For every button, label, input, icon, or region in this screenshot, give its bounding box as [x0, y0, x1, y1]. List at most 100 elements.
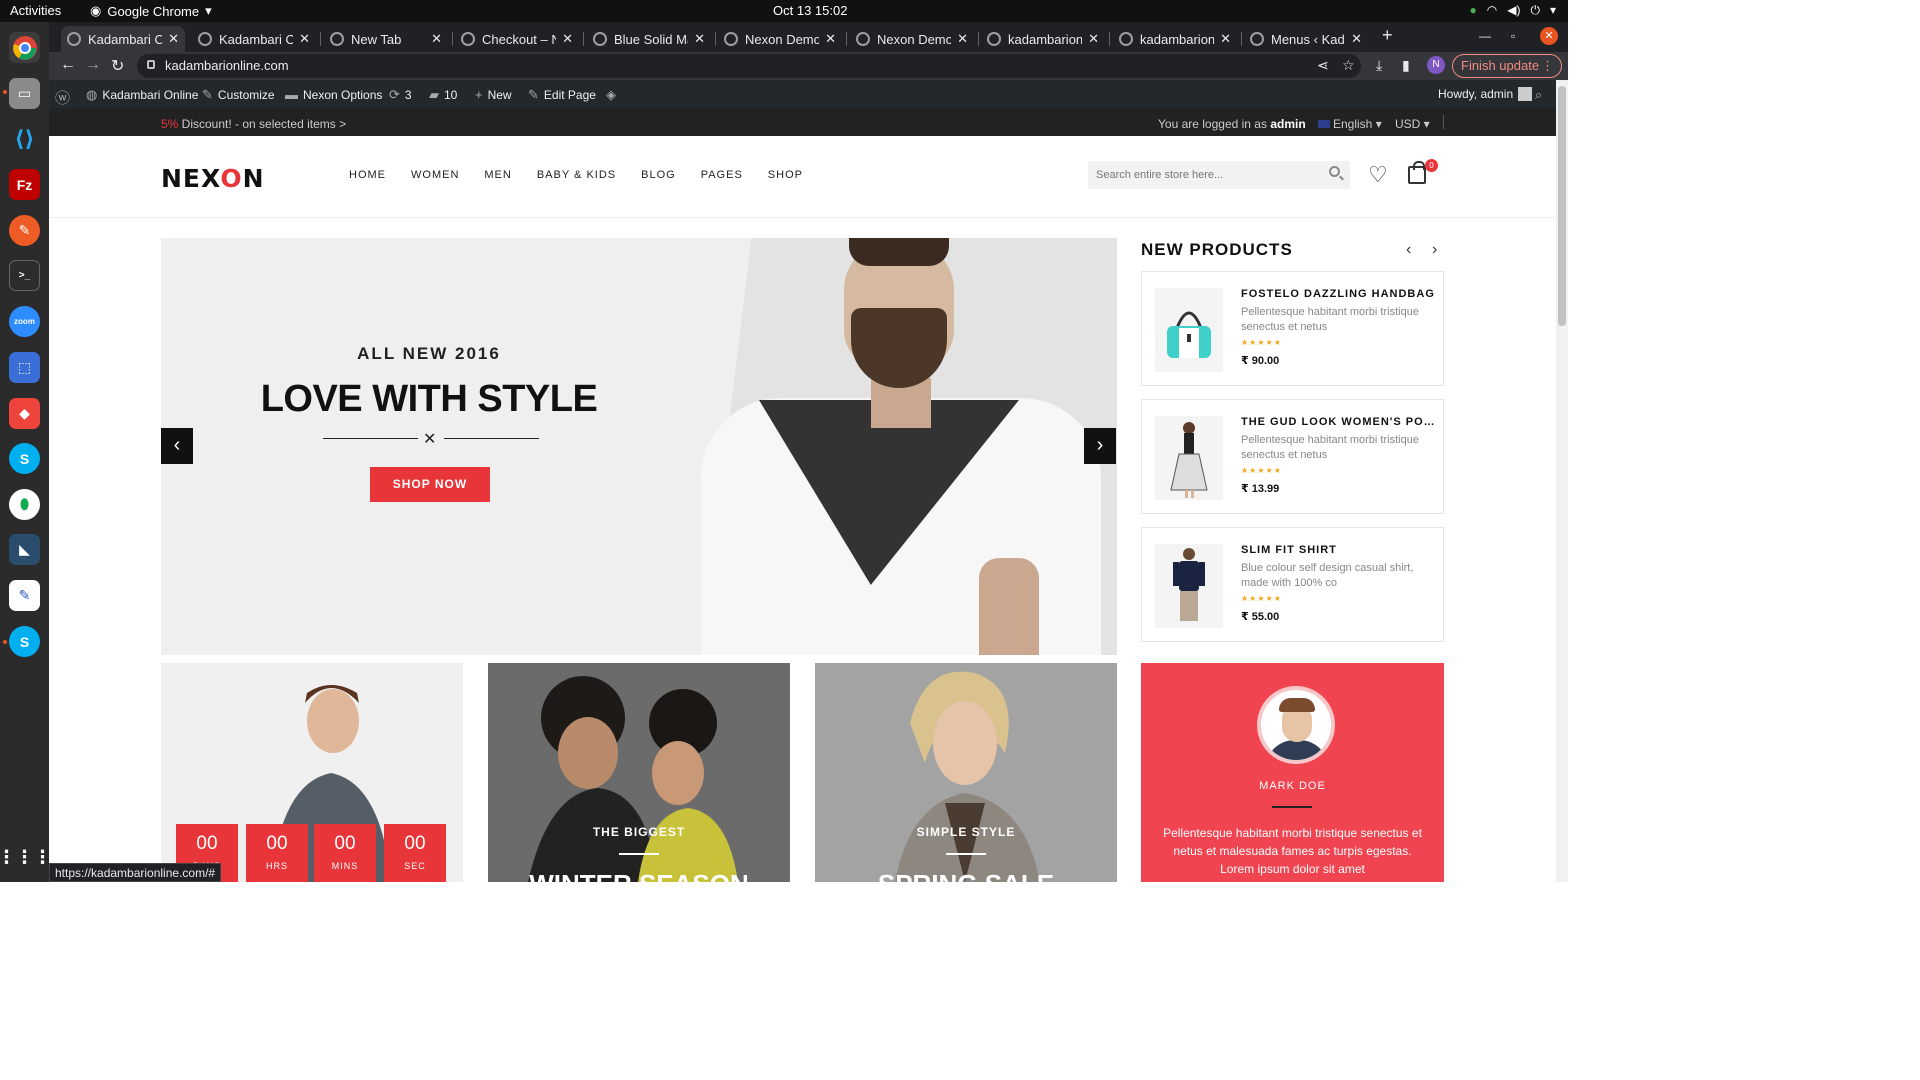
deal-countdown-banner[interactable]: 00DAYS 00HRS 00MINS 00SEC	[161, 663, 463, 882]
close-icon[interactable]: ✕	[694, 31, 705, 47]
diamond-icon[interactable]: ◈	[606, 87, 616, 103]
skype-icon[interactable]: S	[9, 626, 40, 657]
close-icon[interactable]: ✕	[431, 31, 442, 47]
tab[interactable]: kadambarionl ✕	[1113, 26, 1237, 52]
tab[interactable]: Menus ‹ Kada ✕	[1244, 26, 1368, 52]
mongodb-icon[interactable]: ⬮	[9, 489, 40, 520]
language-selector[interactable]: English ▾	[1318, 117, 1382, 131]
product-card[interactable]: SLIM FIT SHIRT Blue colour self design c…	[1141, 527, 1444, 642]
product-image[interactable]	[1155, 288, 1223, 372]
wp-site-link[interactable]: ◍ Kadambari Online	[86, 87, 198, 103]
shop-now-button[interactable]: SHOP NOW	[370, 467, 490, 502]
os-top-bar: Activities ◉ Google Chrome ▾ Oct 13 15:02 …	[0, 0, 1568, 22]
search-icon[interactable]: ⌕	[1535, 87, 1542, 103]
slider-prev-arrow-icon[interactable]: ‹	[161, 428, 193, 464]
product-card[interactable]: FOSTELO DAZZLING HANDBAG Pellentesque ha…	[1141, 271, 1444, 386]
chrome-icon[interactable]	[9, 32, 40, 63]
prev-arrow-icon[interactable]: ‹	[1406, 241, 1411, 259]
slider-next-arrow-icon[interactable]: ›	[1084, 428, 1116, 464]
tab[interactable]: Nexon Demo – ✕	[850, 26, 974, 52]
back-icon[interactable]: ←	[60, 56, 76, 74]
tab[interactable]: Kadambari On ✕	[61, 26, 185, 52]
bookmark-star-icon[interactable]: ☆	[1342, 57, 1355, 74]
minimize-button[interactable]: —	[1479, 29, 1491, 43]
download-icon[interactable]: ⤓	[1376, 57, 1382, 74]
close-icon[interactable]: ✕	[299, 31, 310, 47]
app-menu[interactable]: ◉ Google Chrome ▾	[90, 3, 212, 19]
product-card[interactable]: THE GUD LOOK WOMEN'S POLYESTER DRESS Pel…	[1141, 399, 1444, 514]
product-description: Pellentesque habitant morbi tristique se…	[1241, 306, 1419, 333]
wp-updates-link[interactable]: ⟳ 3	[389, 87, 412, 103]
wishlist-heart-icon[interactable]: ♡	[1368, 162, 1388, 188]
close-icon[interactable]: ✕	[825, 31, 836, 47]
next-arrow-icon[interactable]: ›	[1432, 241, 1437, 259]
product-name[interactable]: SLIM FIT SHIRT	[1241, 544, 1436, 556]
close-icon[interactable]: ✕	[562, 31, 573, 47]
forward-icon[interactable]: →	[85, 56, 101, 74]
clock[interactable]: Oct 13 15:02	[773, 3, 847, 18]
restore-button[interactable]: ▫	[1511, 29, 1515, 43]
reload-icon[interactable]: ↻	[111, 56, 124, 76]
finish-update-button[interactable]: Finish update ⋮	[1452, 54, 1563, 78]
share-icon[interactable]: ⋖	[1317, 57, 1329, 74]
wp-customize-link[interactable]: ✎ Customize	[202, 87, 275, 103]
currency-selector[interactable]: USD ▾	[1395, 117, 1430, 131]
menu-item-baby-kids[interactable]: BABY & KIDS	[537, 169, 616, 181]
close-icon[interactable]: ✕	[1351, 31, 1362, 47]
close-icon[interactable]: ✕	[957, 31, 968, 47]
menu-item-shop[interactable]: SHOP	[768, 169, 803, 181]
promo-banner-winter[interactable]: THE BIGGEST WINTER SEASON	[488, 663, 790, 882]
tab[interactable]: Blue Solid Ma ✕	[587, 26, 711, 52]
window-close-button[interactable]: ✕	[1540, 27, 1558, 45]
filezilla-icon[interactable]: Fz	[9, 169, 40, 200]
search-icon[interactable]	[1329, 166, 1340, 177]
new-tab-button[interactable]: +	[1382, 25, 1393, 46]
text-editor-icon[interactable]: ✎	[9, 580, 40, 611]
tab[interactable]: Kadambari On ✕	[192, 26, 316, 52]
profile-avatar[interactable]: N	[1427, 56, 1445, 74]
cart-bag-icon[interactable]	[1408, 161, 1426, 184]
wp-edit-page-link[interactable]: ✎ Edit Page	[528, 87, 596, 103]
side-panel-icon[interactable]: ▮	[1402, 57, 1410, 74]
menu-item-women[interactable]: WOMEN	[411, 169, 459, 181]
promo-banner-spring[interactable]: SIMPLE STYLE SPRING SALE	[815, 663, 1117, 882]
close-icon[interactable]: ✕	[168, 31, 179, 47]
scrollbar-thumb[interactable]	[1558, 86, 1566, 326]
product-image[interactable]	[1155, 416, 1223, 500]
menu-item-pages[interactable]: PAGES	[701, 169, 743, 181]
wordpress-logo-icon[interactable]: ⓦ	[55, 87, 70, 108]
product-name[interactable]: FOSTELO DAZZLING HANDBAG	[1241, 288, 1436, 300]
search-input[interactable]: Search entire store here...	[1088, 161, 1350, 189]
wp-comments-link[interactable]: ▰ 10	[429, 87, 457, 103]
close-icon[interactable]: ✕	[1088, 31, 1099, 47]
mysql-workbench-icon[interactable]: ◣	[9, 534, 40, 565]
files-icon[interactable]: ▭	[9, 78, 40, 109]
app-grid-icon[interactable]: ⋮⋮⋮	[0, 842, 52, 873]
tab[interactable]: kadambarionl ✕	[981, 26, 1105, 52]
wp-account-menu[interactable]: Howdy, admin	[1438, 87, 1533, 101]
terminal-icon[interactable]: >_	[9, 260, 40, 291]
postman-icon[interactable]: ✎	[9, 215, 40, 246]
tab[interactable]: New Tab ✕	[324, 26, 448, 52]
menu-item-home[interactable]: HOME	[349, 169, 386, 181]
product-name[interactable]: THE GUD LOOK WOMEN'S POLYESTER DRESS	[1241, 416, 1436, 428]
product-image[interactable]	[1155, 544, 1223, 628]
system-tray[interactable]: ● ◠ ◀) ⏻ ▾	[1470, 3, 1557, 18]
menu-item-men[interactable]: MEN	[484, 169, 511, 181]
skype-icon[interactable]: S	[9, 443, 40, 474]
tab[interactable]: Checkout – Ne ✕	[455, 26, 579, 52]
close-icon[interactable]: ✕	[1220, 31, 1231, 47]
discount-link[interactable]: 5% Discount! - on selected items >	[161, 117, 346, 131]
address-bar[interactable]: kadambarionline.com	[137, 54, 1361, 78]
site-logo[interactable]: NEXON	[161, 164, 265, 193]
vscode-icon[interactable]: ⟨⟩	[9, 123, 40, 154]
anydesk-icon[interactable]: ◆	[9, 398, 40, 429]
wp-options-link[interactable]: ▬ Nexon Options	[285, 87, 382, 102]
menu-item-blog[interactable]: BLOG	[641, 169, 676, 181]
activities-button[interactable]: Activities	[10, 3, 61, 18]
tab[interactable]: Nexon Demo – ✕	[718, 26, 842, 52]
zoom-icon[interactable]: zoom	[9, 306, 40, 337]
page-scrollbar[interactable]	[1556, 80, 1568, 882]
screenshot-icon[interactable]: ⬚	[9, 352, 40, 383]
wp-new-link[interactable]: + New	[475, 87, 512, 102]
